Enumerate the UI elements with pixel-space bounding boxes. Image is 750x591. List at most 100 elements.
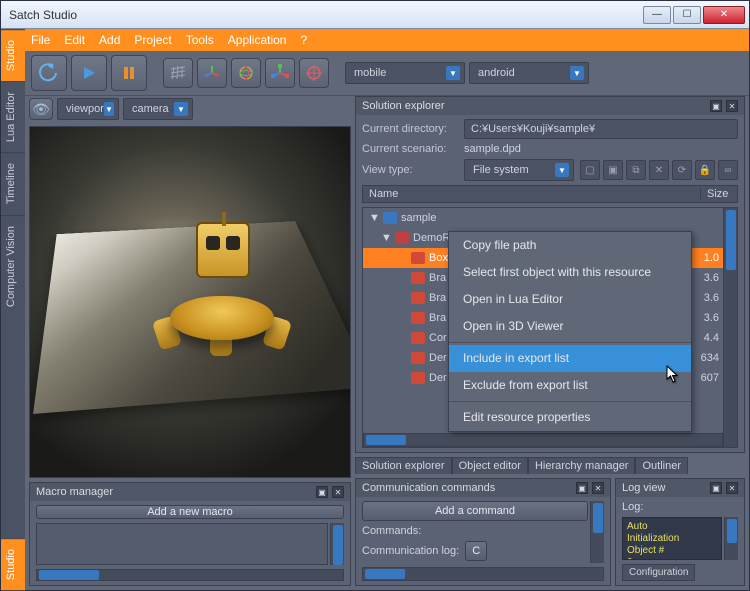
panel-undock-icon[interactable]: ▣ bbox=[576, 482, 588, 494]
explorer-tabstrip: Solution explorer Object editor Hierarch… bbox=[355, 457, 745, 474]
window-minimize-button[interactable]: — bbox=[643, 6, 671, 24]
new-file-icon[interactable]: ▢ bbox=[580, 160, 600, 180]
communication-panel: Communication commands▣✕ Add a command C… bbox=[355, 478, 611, 586]
panel-undock-icon[interactable]: ▣ bbox=[710, 100, 722, 112]
menu-help[interactable]: ? bbox=[300, 33, 307, 47]
macro-list[interactable] bbox=[36, 523, 328, 565]
cm-edit-resource-properties[interactable]: Edit resource properties bbox=[449, 404, 691, 431]
view-type-combo[interactable]: File system▼ bbox=[464, 159, 574, 181]
file-icon bbox=[411, 352, 425, 364]
vtab-studio-bottom[interactable]: Studio bbox=[1, 538, 25, 590]
history-back-button[interactable] bbox=[31, 55, 67, 91]
grid-button[interactable] bbox=[163, 58, 193, 88]
chevron-down-icon: ▼ bbox=[174, 102, 188, 116]
panel-close-icon[interactable]: ✕ bbox=[726, 482, 738, 494]
menu-project[interactable]: Project bbox=[134, 33, 171, 47]
panel-close-icon[interactable]: ✕ bbox=[726, 100, 738, 112]
content-area: 👁 viewpor▼ camera▼ bbox=[25, 96, 749, 590]
solution-explorer-title-label: Solution explorer bbox=[362, 100, 445, 112]
left-column: 👁 viewpor▼ camera▼ bbox=[29, 96, 351, 586]
col-size[interactable]: Size bbox=[701, 188, 737, 200]
comm-log-button[interactable]: C bbox=[465, 541, 487, 561]
tab-object-editor[interactable]: Object editor bbox=[452, 457, 528, 474]
current-directory-field[interactable] bbox=[464, 119, 738, 139]
menu-edit[interactable]: Edit bbox=[64, 33, 85, 47]
vertical-tabs: Studio Lua Editor Timeline Computer Visi… bbox=[1, 29, 25, 590]
menu-tools[interactable]: Tools bbox=[186, 33, 214, 47]
tab-hierarchy-manager[interactable]: Hierarchy manager bbox=[528, 457, 636, 474]
share-icon[interactable]: ∞ bbox=[718, 160, 738, 180]
window-maximize-button[interactable]: ☐ bbox=[673, 6, 701, 24]
macro-hscroll[interactable] bbox=[36, 569, 344, 581]
menu-file[interactable]: File bbox=[31, 33, 50, 47]
panel-undock-icon[interactable]: ▣ bbox=[710, 482, 722, 494]
copy-icon[interactable]: ⧉ bbox=[626, 160, 646, 180]
vtab-computer-vision[interactable]: Computer Vision bbox=[1, 215, 25, 317]
cm-exclude-export-list[interactable]: Exclude from export list bbox=[449, 372, 691, 399]
context-menu: Copy file path Select first object with … bbox=[448, 231, 692, 432]
col-name[interactable]: Name bbox=[363, 188, 701, 200]
target-button[interactable] bbox=[299, 58, 329, 88]
add-macro-button[interactable]: Add a new macro bbox=[36, 505, 344, 519]
view-type-label: View type: bbox=[362, 164, 458, 176]
menu-add[interactable]: Add bbox=[99, 33, 120, 47]
play-button[interactable] bbox=[71, 55, 107, 91]
current-scenario-label: Current scenario: bbox=[362, 143, 458, 155]
add-command-button[interactable]: Add a command bbox=[362, 501, 588, 521]
solution-explorer-panel: Solution explorer ▣✕ Current directory: … bbox=[355, 96, 745, 453]
chevron-down-icon: ▼ bbox=[446, 66, 460, 80]
chevron-down-icon: ▼ bbox=[570, 66, 584, 80]
platform-combo[interactable]: mobile▼ bbox=[345, 62, 465, 84]
tree-row-root: ▼sample bbox=[363, 208, 723, 228]
tree-vscroll[interactable] bbox=[723, 208, 737, 447]
panel-close-icon[interactable]: ✕ bbox=[592, 482, 604, 494]
cm-open-3d-viewer[interactable]: Open in 3D Viewer bbox=[449, 313, 691, 340]
os-combo[interactable]: android ▼ bbox=[469, 62, 589, 84]
camera-combo[interactable]: camera▼ bbox=[123, 98, 193, 120]
robot-model bbox=[152, 204, 292, 354]
menu-application[interactable]: Application bbox=[228, 33, 287, 47]
tab-solution-explorer[interactable]: Solution explorer bbox=[355, 457, 452, 474]
panel-close-icon[interactable]: ✕ bbox=[332, 486, 344, 498]
vtab-studio[interactable]: Studio bbox=[1, 29, 25, 81]
viewport-scene bbox=[30, 127, 350, 477]
viewport-eye-button[interactable]: 👁 bbox=[29, 98, 53, 120]
solution-explorer-title: Solution explorer ▣ ✕ bbox=[356, 97, 744, 115]
comm-hscroll[interactable] bbox=[362, 567, 604, 581]
axis-scale-button[interactable] bbox=[265, 58, 295, 88]
vtab-lua-editor[interactable]: Lua Editor bbox=[1, 81, 25, 152]
lock-icon[interactable]: 🔒 bbox=[695, 160, 715, 180]
cm-open-lua-editor[interactable]: Open in Lua Editor bbox=[449, 286, 691, 313]
macro-vscroll[interactable] bbox=[330, 523, 344, 565]
log-vscroll[interactable] bbox=[724, 517, 738, 560]
tree-hscroll[interactable] bbox=[363, 433, 723, 447]
panel-undock-icon[interactable]: ▣ bbox=[316, 486, 328, 498]
window-close-button[interactable]: ✕ bbox=[703, 6, 745, 24]
cm-include-export-list[interactable]: Include in export list bbox=[449, 345, 691, 372]
folder-icon bbox=[395, 232, 409, 244]
os-combo-value: android bbox=[478, 67, 515, 79]
comm-log-label: Communication log: bbox=[362, 545, 459, 557]
3d-viewport[interactable] bbox=[29, 126, 351, 478]
file-icon bbox=[411, 312, 425, 324]
current-scenario-value: sample.dpd bbox=[464, 143, 521, 155]
macro-manager-title: Macro manager ▣✕ bbox=[30, 483, 350, 501]
folder-icon bbox=[383, 212, 397, 224]
comm-vscroll[interactable] bbox=[590, 501, 604, 563]
tab-outliner[interactable]: Outliner bbox=[635, 457, 688, 474]
delete-icon[interactable]: ✕ bbox=[649, 160, 669, 180]
main-toolbar: mobile▼ android ▼ bbox=[25, 51, 749, 96]
new-folder-icon[interactable]: ▣ bbox=[603, 160, 623, 180]
viewport-toolbar: 👁 viewpor▼ camera▼ bbox=[29, 96, 351, 122]
axis-move-button[interactable] bbox=[197, 58, 227, 88]
cm-select-first-object[interactable]: Select first object with this resource bbox=[449, 259, 691, 286]
vtab-timeline[interactable]: Timeline bbox=[1, 152, 25, 214]
cm-copy-file-path[interactable]: Copy file path bbox=[449, 232, 691, 259]
pause-button[interactable] bbox=[111, 55, 147, 91]
log-output[interactable]: Auto Initialization Object # 0 : Databas… bbox=[622, 517, 722, 560]
viewpoint-combo[interactable]: viewpor▼ bbox=[57, 98, 119, 120]
tab-configuration[interactable]: Configuration bbox=[622, 564, 695, 581]
axis-rotate-button[interactable] bbox=[231, 58, 261, 88]
refresh-icon[interactable]: ⟳ bbox=[672, 160, 692, 180]
menubar: File Edit Add Project Tools Application … bbox=[25, 29, 749, 51]
